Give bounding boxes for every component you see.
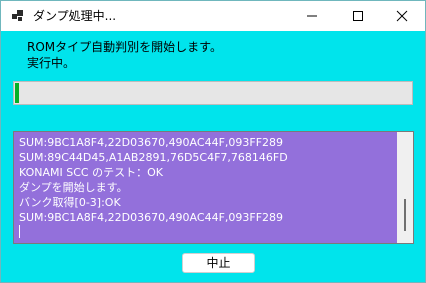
text-caret — [19, 225, 20, 238]
status-message: ROMタイプ自動判別を開始します。 実行中。 — [27, 39, 222, 71]
log-lines: SUM:9BC1A8F4,22D03670,490AC44F,093FF289 … — [19, 135, 288, 225]
status-message-line1: ROMタイプ自動判別を開始します。 — [27, 40, 222, 54]
progress-bar — [13, 81, 413, 105]
log-textbox[interactable]: SUM:9BC1A8F4,22D03670,490AC44F,093FF289 … — [13, 131, 414, 244]
app-icon — [12, 10, 23, 21]
log-line: SUM:9BC1A8F4,22D03670,490AC44F,093FF289 — [19, 211, 284, 224]
progress-fill — [15, 83, 19, 103]
close-button[interactable] — [379, 1, 425, 31]
log-scrollbar[interactable] — [397, 132, 413, 243]
title-bar[interactable]: ダンプ処理中... — [1, 1, 425, 31]
window-title: ダンプ処理中... — [33, 9, 117, 23]
minimize-button[interactable] — [289, 1, 335, 31]
log-line: SUM:89C44D45,A1AB2891,76D5C4F7,768146FD — [19, 151, 288, 164]
maximize-icon — [353, 11, 363, 21]
maximize-button[interactable] — [335, 1, 381, 31]
log-line: SUM:9BC1A8F4,22D03670,490AC44F,093FF289 — [19, 136, 284, 149]
log-line: バンク取得[0-3]:OK — [19, 196, 121, 209]
dump-dialog-window: ダンプ処理中... ROMタイプ自動判別を開始します。 実行中。 SUM:9BC… — [0, 0, 426, 283]
scrollbar-thumb[interactable] — [404, 199, 406, 231]
abort-button[interactable]: 中止 — [182, 253, 255, 273]
close-icon — [396, 10, 408, 22]
status-message-line2: 実行中。 — [27, 56, 76, 70]
log-line: KONAMI SCC のテスト：OK — [19, 166, 163, 179]
log-line: ダンプを開始します。 — [19, 181, 128, 194]
minimize-icon — [307, 15, 317, 17]
